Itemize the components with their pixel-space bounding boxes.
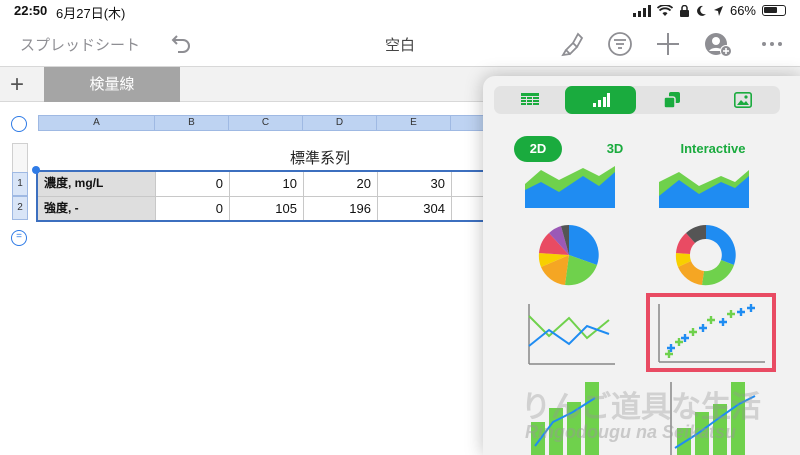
segment-shape[interactable] (636, 86, 707, 114)
add-sheet-button[interactable]: + (10, 71, 24, 99)
table-row: 強度, - 0 105 196 304 (38, 196, 484, 220)
table-row: 濃度, mg/L 0 10 20 30 (38, 172, 484, 196)
table-select-handle[interactable] (11, 116, 27, 132)
collaborate-icon[interactable] (704, 30, 732, 58)
toolbar: スプレッドシート 空白 (0, 22, 800, 66)
bar-chart-icon (592, 93, 610, 107)
table-cell-label[interactable]: 濃度, mg/L (38, 172, 156, 196)
table-cell[interactable]: 0 (156, 197, 230, 220)
location-icon (713, 5, 723, 16)
table-cell[interactable]: 304 (378, 197, 452, 220)
battery-percent: 66% (729, 3, 756, 18)
selected-chart-highlight (646, 293, 776, 372)
insert-category-segmented-control (494, 86, 780, 114)
moon-icon (697, 5, 706, 16)
format-icon[interactable] (606, 30, 634, 58)
row-headers: 1 2 (12, 143, 28, 220)
segment-chart[interactable] (565, 86, 636, 114)
chart-area-overlap[interactable] (659, 166, 749, 208)
column-header-extra[interactable] (451, 116, 485, 130)
document-title[interactable]: 空白 (370, 34, 430, 55)
column-header[interactable]: E (377, 116, 451, 130)
segment-media[interactable] (707, 86, 778, 114)
table-cell[interactable]: 30 (378, 172, 452, 196)
spreadsheets-back-button[interactable]: スプレッドシート (20, 34, 140, 55)
watermark-jp: りんご道具な生活 (521, 391, 761, 424)
media-icon (733, 92, 752, 108)
status-time: 22:50 (14, 3, 48, 18)
column-header[interactable]: B (155, 116, 229, 130)
brush-icon[interactable] (558, 30, 586, 58)
selection-handle[interactable] (32, 166, 40, 174)
table-cell[interactable]: 196 (304, 197, 378, 220)
status-date: 6月27日(木) (56, 6, 126, 21)
signal-icon (632, 4, 651, 17)
tab-active-sheet[interactable]: 検量線 (44, 67, 180, 102)
table-cell-empty[interactable] (452, 197, 484, 220)
data-table: 濃度, mg/L 0 10 20 30 強度, - 0 105 196 304 (36, 170, 486, 222)
row-header-title[interactable] (12, 143, 28, 172)
table-cell-empty[interactable] (452, 172, 484, 196)
table-cell[interactable]: 10 (230, 172, 304, 196)
table-icon (520, 93, 539, 105)
battery-icon (762, 5, 786, 16)
column-headers: A B C D E (38, 115, 486, 131)
segment-table[interactable] (494, 86, 565, 114)
tab-3d[interactable]: 3D (595, 136, 635, 162)
wifi-icon (656, 4, 673, 16)
table-cell-label[interactable]: 強度, - (38, 197, 156, 220)
table-cell[interactable]: 0 (156, 172, 230, 196)
plus-icon[interactable] (654, 30, 682, 58)
status-bar: 22:50 6月27日(木) 66% (0, 0, 800, 22)
table-cell[interactable]: 20 (304, 172, 378, 196)
chart-pie[interactable] (538, 224, 600, 286)
watermark-romaji: Ringodougu na Seikatsu (525, 422, 737, 442)
status-indicators: 66% (632, 3, 786, 18)
add-row-handle[interactable]: = (11, 230, 27, 246)
chart-picker-popover: 2D 3D Interactive りんご道具な生活 Ringodougu na… (483, 76, 800, 455)
row-header[interactable]: 1 (12, 172, 28, 196)
row-header[interactable]: 2 (12, 196, 28, 220)
column-header[interactable]: C (229, 116, 303, 130)
column-header[interactable]: A (39, 116, 155, 130)
chart-line[interactable] (525, 302, 615, 366)
tab-2d[interactable]: 2D (514, 136, 562, 162)
shape-icon (662, 92, 680, 108)
column-header[interactable]: D (303, 116, 377, 130)
table-title[interactable]: 標準系列 (250, 147, 390, 168)
chart-donut[interactable] (675, 224, 737, 286)
more-icon[interactable] (758, 30, 786, 58)
chart-area-stacked[interactable] (525, 166, 615, 208)
table-cell[interactable]: 105 (230, 197, 304, 220)
undo-icon[interactable] (168, 30, 194, 56)
tab-interactive[interactable]: Interactive (673, 136, 753, 162)
lock-icon (679, 4, 689, 17)
